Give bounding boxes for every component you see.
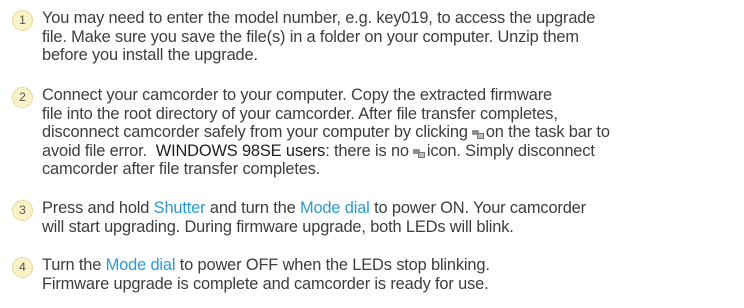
- upgrade-instructions: 1 You may need to enter the model number…: [0, 0, 744, 308]
- step-1-line-1: You may need to enter the model number, …: [42, 9, 596, 27]
- shutter-term: Shutter: [153, 199, 206, 217]
- step-1-line-2: file. Make sure you save the file(s) in …: [42, 27, 579, 46]
- step-2-line-4-c: icon. Simply disconnect: [426, 141, 595, 160]
- step-3-line-1-b: and turn the: [209, 199, 296, 217]
- step-1-line-3: before you install the upgrade.: [42, 46, 258, 64]
- step-4: 4 Turn the Mode dial to power OFF when t…: [12, 256, 738, 293]
- step-2-line-3: disconnect camcorder safely from your co…: [42, 123, 610, 142]
- step-3-line-1: Press and hold Shutter and turn the Mode…: [42, 199, 586, 218]
- step-1-text: You may need to enter the model number, …: [42, 9, 595, 65]
- step-3-line-2: will start upgrading. During firmware up…: [42, 217, 514, 236]
- step-2: 2 Connect your camcorder to your compute…: [12, 86, 738, 179]
- safely-remove-hardware-icon-2: [412, 148, 425, 158]
- step-2-line-4-a: avoid file error.: [42, 141, 147, 160]
- mode-dial-term-2: Mode dial: [105, 256, 176, 274]
- step-number-1: 1: [12, 10, 33, 31]
- step-number-2: 2: [12, 87, 33, 108]
- step-2-text: Connect your camcorder to your computer.…: [42, 86, 610, 179]
- step-4-line-1-b: to power OFF when the LEDs stop blinking…: [179, 256, 490, 274]
- step-3-line-1-a: Press and hold: [42, 199, 150, 217]
- step-4-line-2: Firmware upgrade is complete and camcord…: [42, 274, 489, 293]
- step-4-text: Turn the Mode dial to power OFF when the…: [42, 256, 490, 293]
- step-3-text: Press and hold Shutter and turn the Mode…: [42, 199, 586, 236]
- step-3: 3 Press and hold Shutter and turn the Mo…: [12, 199, 738, 236]
- step-3-line-1-c: to power ON. Your camcorder: [374, 199, 586, 217]
- step-2-line-5: camcorder after file transfer completes.: [42, 160, 321, 178]
- step-1: 1 You may need to enter the model number…: [12, 9, 738, 65]
- windows-98se-label: WINDOWS 98SE users: [155, 141, 326, 160]
- step-number-4: 4: [12, 257, 33, 278]
- step-number-3: 3: [12, 200, 33, 221]
- step-2-line-4: avoid file error. WINDOWS 98SE users: th…: [42, 142, 610, 161]
- step-4-line-1: Turn the Mode dial to power OFF when the…: [42, 256, 490, 275]
- step-2-line-4-b: : there is no: [325, 141, 409, 160]
- step-4-line-1-a: Turn the: [42, 256, 102, 274]
- safely-remove-hardware-icon: [471, 129, 484, 139]
- mode-dial-term: Mode dial: [299, 199, 370, 217]
- step-2-line-2: file into the root directory of your cam…: [42, 104, 558, 123]
- step-2-line-3-text: disconnect camcorder safely from your co…: [42, 123, 468, 141]
- step-2-line-3-tail: on the task bar to: [485, 123, 610, 141]
- step-2-line-1: Connect your camcorder to your computer.…: [42, 86, 552, 104]
